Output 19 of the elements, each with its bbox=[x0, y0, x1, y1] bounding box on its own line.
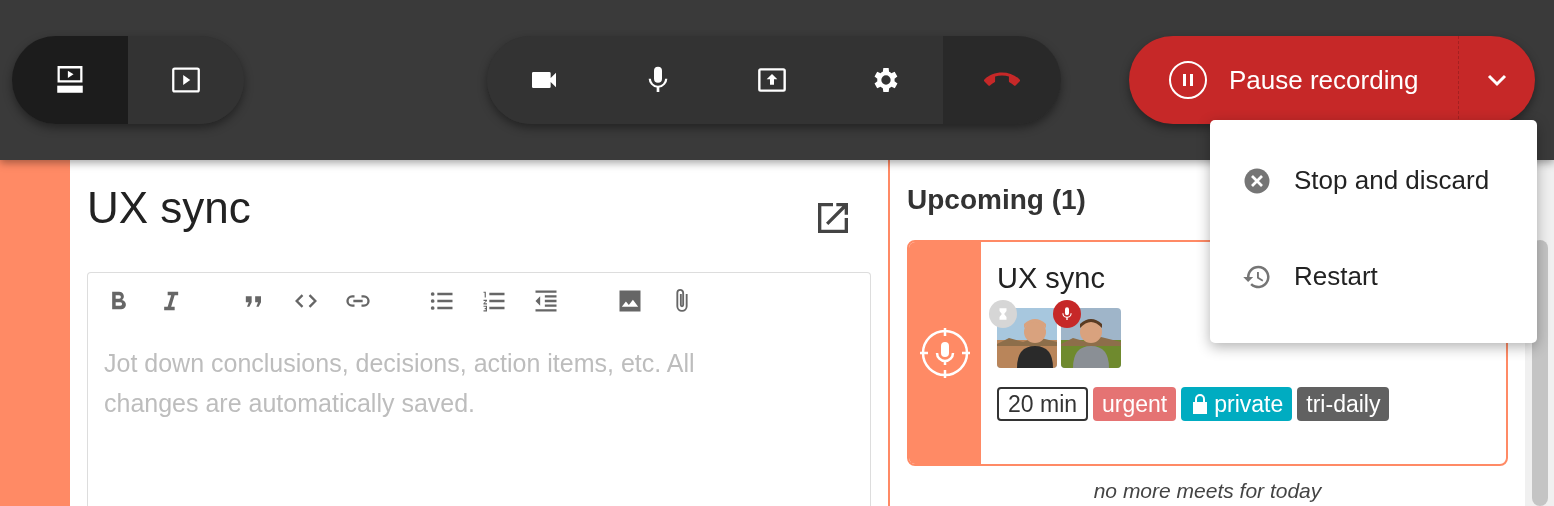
chevron-down-icon bbox=[1486, 73, 1508, 87]
hourglass-badge bbox=[989, 300, 1017, 328]
notes-editor[interactable]: Jot down conclusions, decisions, action items, etc. All changes are automatically saved. bbox=[87, 272, 871, 506]
tag: urgent bbox=[1093, 387, 1177, 421]
duration-tag: 20 min bbox=[997, 387, 1089, 421]
empty-message: no more meets for today bbox=[1092, 478, 1323, 504]
card-title: UX sync bbox=[997, 261, 1105, 296]
call-control-button[interactable] bbox=[829, 36, 943, 124]
view-tab[interactable] bbox=[12, 36, 128, 124]
meeting-title: UX sync bbox=[87, 182, 251, 234]
section-heading: Upcoming (1) bbox=[907, 183, 1086, 217]
view-tab[interactable] bbox=[128, 36, 244, 124]
menu-item[interactable]: Restart bbox=[1210, 246, 1537, 307]
microphone-badge bbox=[1053, 300, 1081, 328]
pause-icon bbox=[1169, 61, 1207, 99]
target-microphone-icon bbox=[919, 327, 971, 379]
private-tag: private bbox=[1181, 387, 1293, 421]
tag: tri-daily bbox=[1297, 387, 1390, 421]
menu-item[interactable]: Stop and discard bbox=[1210, 150, 1537, 211]
